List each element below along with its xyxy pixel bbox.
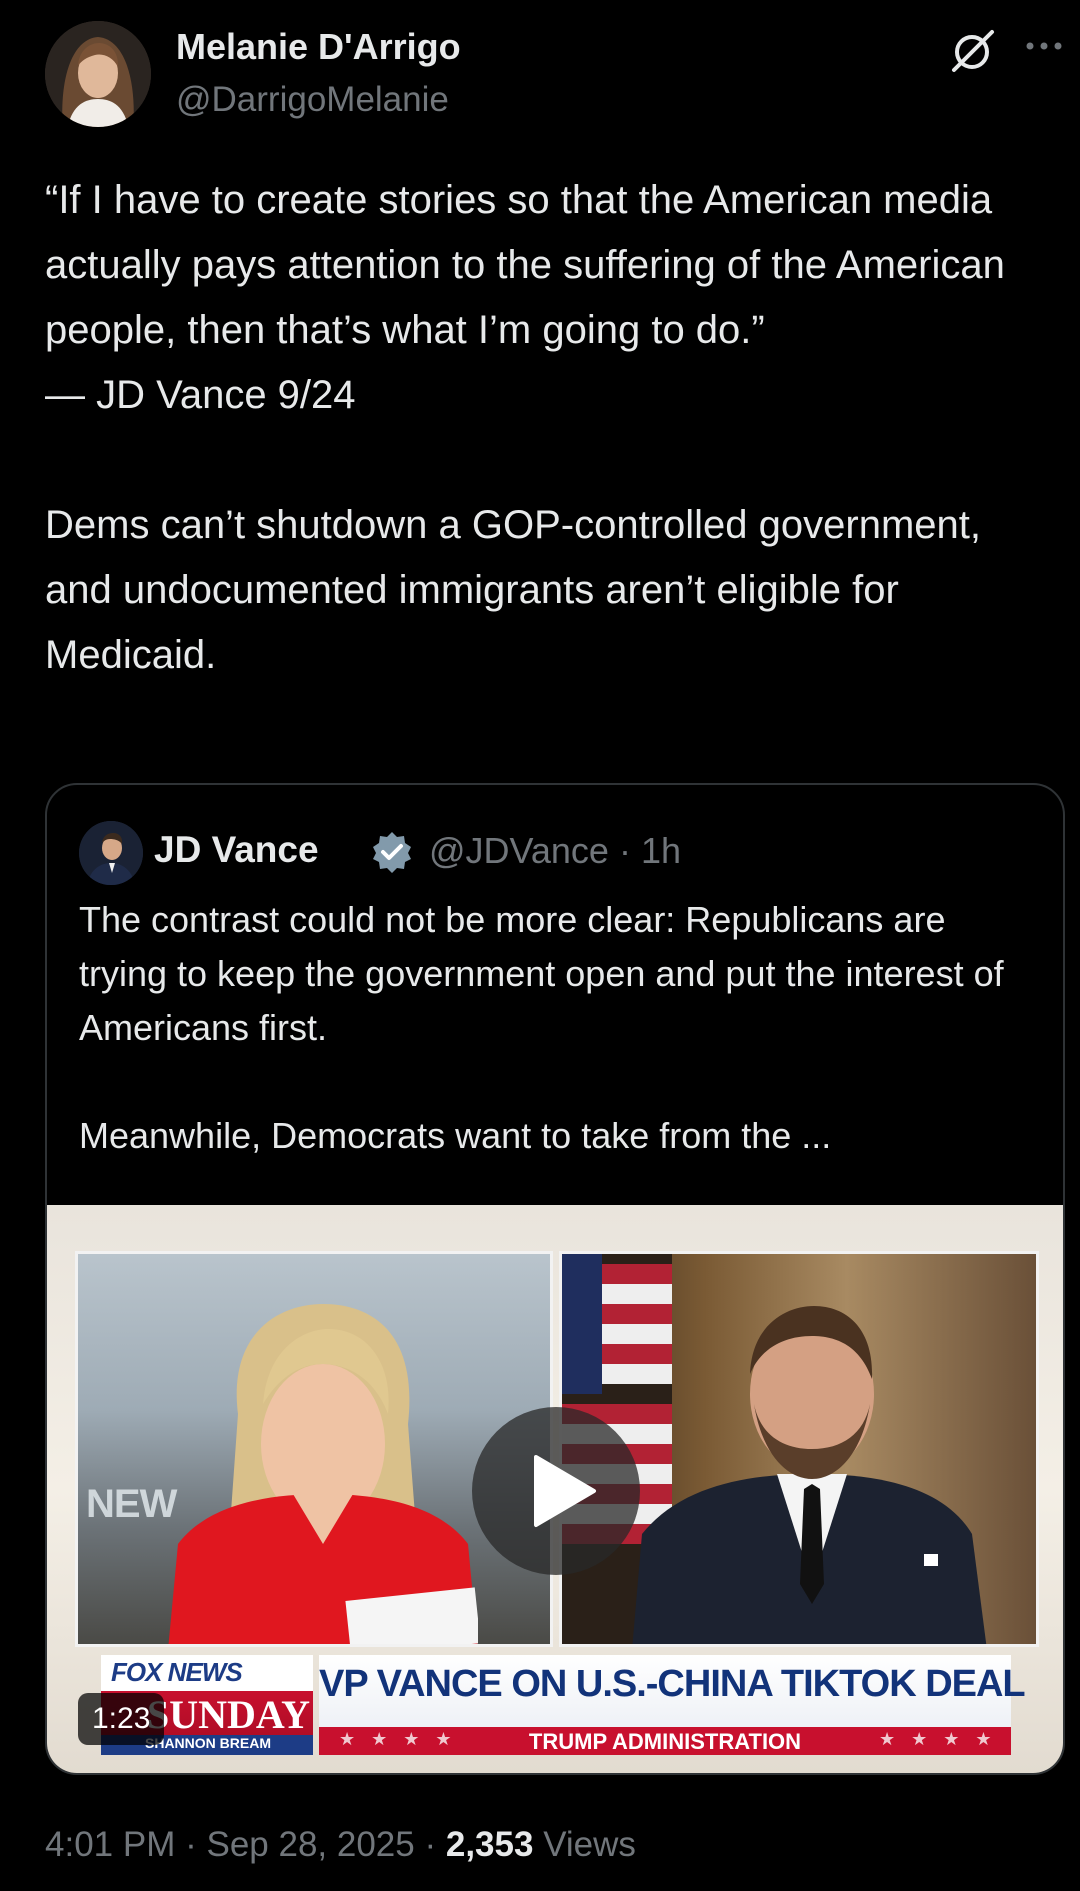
views-count[interactable]: 2,353 [446, 1825, 534, 1864]
video-headline: VP VANCE ON U.S.-CHINA TIKTOK DEAL [319, 1663, 1026, 1705]
tweet-text: “If I have to create stories so that the… [45, 168, 1045, 688]
separator-dot: · [185, 1825, 197, 1864]
quoted-author-handle[interactable]: @JDVance [429, 830, 609, 871]
quoted-tweet-time[interactable]: 1h [641, 830, 681, 871]
separator-dot: · [424, 1825, 437, 1864]
tweet-attribution-line: — JD Vance 9/24 [45, 373, 356, 417]
author-avatar[interactable] [45, 21, 151, 127]
quoted-author-name[interactable]: JD Vance [154, 829, 319, 871]
quoted-tweet-paragraph-2: Meanwhile, Democrats want to take from t… [79, 1115, 832, 1156]
quoted-author-avatar[interactable] [79, 821, 143, 885]
video-duration: 1:23 [78, 1693, 165, 1745]
video-player[interactable]: NEW FOX NEWS SUNDAY SHANNON BREAM VP VAN… [47, 1205, 1063, 1773]
tweet-meta: 4:01 PM · Sep 28, 2025 · 2,353 Views [45, 1825, 636, 1865]
host-name: SHANNON BREAM [145, 1735, 271, 1751]
headline-box: VP VANCE ON U.S.-CHINA TIKTOK DEAL [319, 1655, 1026, 1727]
anchor-figure [168, 1304, 478, 1644]
tweet-date[interactable]: Sep 28, 2025 [206, 1825, 414, 1864]
author-name[interactable]: Melanie D'Arrigo [176, 26, 461, 68]
tweet-body: Dems can’t shutdown a GOP-controlled gov… [45, 503, 981, 677]
network-logo: FOX NEWS [111, 1657, 243, 1687]
verified-badge-icon [370, 830, 414, 874]
grok-icon[interactable] [946, 24, 998, 76]
stars-right: ★★★★ [879, 1729, 1008, 1749]
quoted-tweet-paragraph-1: The contrast could not be more clear: Re… [79, 899, 1004, 1048]
quoted-tweet-card[interactable]: JD Vance @JDVance · 1h The contrast coul… [45, 783, 1065, 1775]
separator-dot: · [618, 830, 631, 871]
news-overlay-text: NEW [86, 1482, 177, 1526]
tweet-header: Melanie D'Arrigo @DarrigoMelanie [0, 0, 1080, 150]
more-options-icon[interactable] [1022, 24, 1066, 68]
guest-figure [632, 1306, 987, 1644]
play-icon [534, 1455, 596, 1527]
subheadline-box: ★★★★ TRUMP ADMINISTRATION ★★★★ [319, 1727, 1011, 1755]
tweet-time[interactable]: 4:01 PM [45, 1825, 175, 1864]
author-handle[interactable]: @DarrigoMelanie [176, 80, 449, 120]
quoted-tweet-text: The contrast could not be more clear: Re… [79, 893, 1039, 1163]
play-button[interactable] [472, 1407, 640, 1575]
show-name: SUNDAY [147, 1692, 311, 1737]
quoted-author-handle-time[interactable]: @JDVance · 1h [429, 830, 681, 872]
news-lower-third: FOX NEWS SUNDAY SHANNON BREAM VP VANCE O… [101, 1655, 1026, 1755]
tweet-quote-line: “If I have to create stories so that the… [45, 178, 1005, 352]
quoted-tweet-header: JD Vance @JDVance · 1h [79, 821, 1039, 885]
views-label[interactable]: Views [543, 1825, 636, 1864]
